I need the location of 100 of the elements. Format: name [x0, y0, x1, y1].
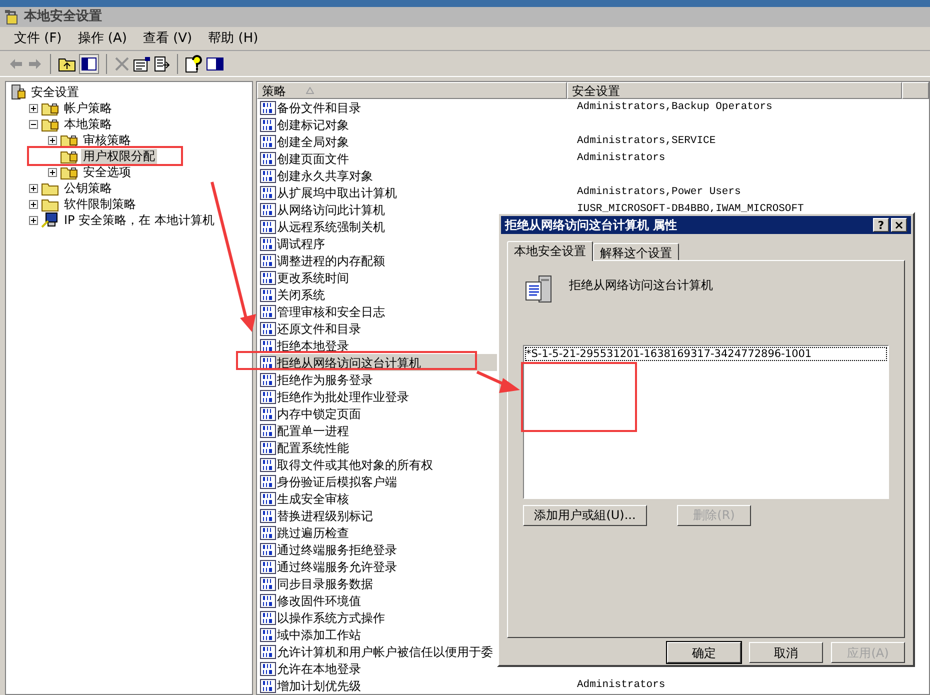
binary-policy-icon	[260, 474, 276, 490]
policy-row[interactable]: 备份文件和目录	[260, 99, 567, 116]
up-folder-icon[interactable]	[58, 56, 76, 72]
policy-row[interactable]: 拒绝作为服务登录	[260, 371, 567, 388]
expand-toggle[interactable]	[48, 136, 57, 144]
binary-policy-icon	[260, 626, 276, 642]
binary-policy-icon	[260, 252, 276, 268]
binary-policy-icon	[260, 440, 276, 456]
policy-row[interactable]: 跳过遍历检查	[260, 524, 567, 541]
dialog-tab[interactable]: 本地安全设置	[507, 240, 593, 260]
panel-toggle-icon[interactable]	[206, 56, 224, 72]
help-icon[interactable]	[185, 54, 203, 72]
binary-policy-icon	[260, 116, 276, 132]
properties-icon[interactable]	[133, 56, 151, 72]
collapse-toggle[interactable]	[29, 120, 38, 128]
menu-item[interactable]: 帮助 (H)	[202, 26, 264, 50]
expand-toggle[interactable]	[29, 104, 38, 112]
binary-policy-icon	[260, 422, 276, 438]
dialog-title: 拒绝从网络访问这台计算机 属性	[505, 217, 678, 234]
policy-row[interactable]: 拒绝作为批处理作业登录	[260, 388, 567, 405]
policy-row[interactable]: 以操作系统方式操作	[260, 609, 567, 626]
menu-item[interactable]: 操作 (A)	[72, 26, 133, 50]
binary-policy-icon	[260, 270, 276, 286]
policy-row[interactable]: 生成安全审核	[260, 490, 567, 507]
tree-item[interactable]: 安全设置	[29, 84, 81, 100]
policy-row[interactable]: 管理审核和安全日志	[260, 303, 567, 320]
policy-row[interactable]: 还原文件和目录	[260, 320, 567, 337]
security-setting-cell-text: Administrators,Power Users	[576, 184, 741, 200]
expand-toggle[interactable]	[29, 200, 38, 208]
computer-key-icon	[41, 212, 59, 228]
policy-row[interactable]: 创建永久共享对象	[260, 167, 567, 184]
expand-toggle[interactable]	[29, 216, 38, 224]
policy-row[interactable]: 创建页面文件	[260, 150, 567, 167]
policy-row[interactable]: 配置单一进程	[260, 422, 567, 439]
binary-policy-icon	[260, 372, 276, 388]
tree-item[interactable]: 帐户策略	[62, 100, 114, 116]
binary-policy-icon	[260, 236, 276, 252]
security-setting-cell-text: Administrators,Backup Operators	[576, 100, 772, 115]
member-entry[interactable]: *S-1-5-21-295531201-1638169317-3424772896-1001	[525, 346, 887, 360]
policy-row[interactable]: 通过终端服务拒绝登录	[260, 541, 567, 558]
policy-row[interactable]: 从网络访问此计算机	[260, 201, 567, 218]
expand-toggle[interactable]	[48, 168, 57, 176]
policy-row[interactable]: 修改固件环境值	[260, 592, 567, 609]
window-title: 本地安全设置	[24, 8, 102, 26]
tree-item[interactable]: 公钥策略	[62, 180, 114, 196]
binary-policy-icon	[260, 490, 276, 506]
menu-item[interactable]: 文件 (F)	[8, 26, 68, 50]
policy-row[interactable]: 创建标记对象	[260, 116, 567, 133]
dialog-tab[interactable]: 解释这个设置	[593, 242, 679, 260]
column-header[interactable]	[902, 82, 929, 99]
policy-row[interactable]: 同步目录服务数据	[260, 575, 567, 592]
binary-policy-icon	[260, 150, 276, 166]
menu-item[interactable]: 查看 (V)	[136, 26, 198, 50]
policy-heading: 拒绝从网络访问这台计算机	[569, 276, 713, 294]
column-header[interactable]: 策略	[257, 82, 567, 99]
tree-toggle-icon[interactable]	[79, 54, 99, 74]
close-button[interactable]: ×	[891, 218, 907, 232]
policy-row[interactable]: 增加计划优先级	[260, 677, 567, 694]
policy-row[interactable]: 身份验证后模拟客户端	[260, 473, 567, 490]
tree-item[interactable]: 本地策略	[62, 116, 114, 132]
binary-policy-icon	[260, 406, 276, 422]
security-setting-cell-text: Administrators	[576, 678, 666, 693]
binary-policy-icon	[260, 558, 276, 574]
binary-policy-icon	[260, 202, 276, 218]
binary-policy-icon	[260, 660, 276, 676]
policy-row[interactable]: 配置系统性能	[260, 439, 567, 456]
binary-policy-icon	[260, 354, 276, 370]
tree-item[interactable]: IP 安全策略，在 本地计算机	[62, 212, 216, 228]
policy-row[interactable]: 内存中锁定页面	[260, 405, 567, 422]
policy-row[interactable]: 更改系统时间	[260, 269, 567, 286]
tree-item[interactable]: 审核策略	[81, 132, 133, 148]
tree-item[interactable]: 安全选项	[81, 164, 133, 180]
binary-policy-icon	[260, 184, 276, 200]
dialog-button[interactable]: 取消	[749, 642, 823, 663]
binary-policy-icon	[260, 286, 276, 302]
tree-item[interactable]: 用户权限分配	[81, 148, 157, 164]
policy-row[interactable]: 取得文件或其他对象的所有权	[260, 456, 567, 473]
export-list-icon[interactable]	[154, 56, 170, 72]
binary-policy-icon	[260, 134, 276, 150]
policy-row[interactable]: 创建全局对象	[260, 133, 567, 150]
help-button[interactable]: ?	[873, 218, 889, 232]
tree-item[interactable]: 软件限制策略	[62, 196, 138, 212]
sort-ascending-icon	[306, 87, 314, 94]
binary-policy-icon	[260, 100, 276, 116]
column-header[interactable]: 安全设置	[567, 82, 902, 99]
binary-policy-icon	[260, 576, 276, 592]
policy-row[interactable]: 从扩展坞中取出计算机	[260, 184, 567, 201]
policy-row[interactable]: 允许计算机和用户帐户被信任以便用于委	[260, 643, 567, 660]
policy-row[interactable]: 通过终端服务允许登录	[260, 558, 567, 575]
policy-row[interactable]: 允许在本地登录	[260, 660, 567, 677]
dialog-action-button[interactable]: 添加用户或組(U)...	[523, 504, 647, 526]
dialog-button[interactable]: 确定	[667, 642, 741, 663]
policy-row[interactable]: 域中添加工作站	[260, 626, 567, 643]
security-settings-icon	[4, 9, 20, 25]
binary-policy-icon	[260, 168, 276, 184]
binary-policy-icon	[260, 508, 276, 524]
policy-row[interactable]: 关闭系统	[260, 286, 567, 303]
expand-toggle[interactable]	[29, 184, 38, 192]
binary-policy-icon	[260, 218, 276, 234]
pointer-arrow	[476, 370, 520, 393]
